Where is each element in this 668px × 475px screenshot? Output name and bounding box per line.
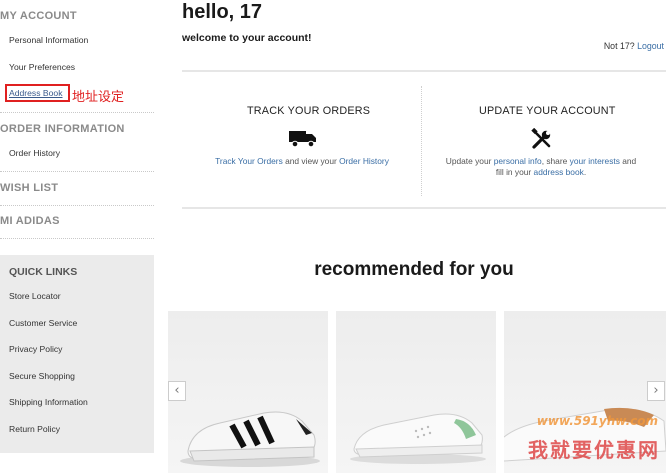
carousel-next-button[interactable]: › [647,381,665,401]
update-text: fill in your [495,167,534,177]
account-sidebar: MY ACCOUNT Personal Information Your Pre… [0,0,154,475]
address-book-link[interactable]: address book [534,167,584,177]
update-account-title: UPDATE YOUR ACCOUNT [479,105,616,117]
your-interests-link[interactable]: your interests [570,156,620,166]
divider [0,112,154,113]
order-information-heading[interactable]: ORDER INFORMATION [0,123,125,135]
quick-link-customer-service[interactable]: Customer Service [9,318,77,328]
greeting-heading: hello, 17 [182,1,263,23]
divider [0,205,154,206]
track-text: and view your [282,156,340,166]
track-your-orders-link[interactable]: Track Your Orders [215,156,283,166]
update-text: Update your [445,156,494,166]
carousel-prev-button[interactable]: ‹ [168,381,186,401]
tools-icon [531,127,553,155]
quick-link-store-locator[interactable]: Store Locator [9,291,61,301]
watermark-site: www.591yhw.com [536,414,658,428]
update-text: . [583,167,587,177]
update-account-description: Update your personal info, share your in… [428,156,654,178]
update-text: and [619,156,637,166]
divider [0,171,154,172]
sidebar-item-order-history[interactable]: Order History [9,148,60,158]
sneaker-image [180,411,320,467]
truck-icon [288,128,318,153]
divider [182,70,666,72]
update-text: , share [541,156,570,166]
my-account-heading: MY ACCOUNT [0,10,77,22]
panel-divider [421,86,422,196]
quick-link-secure-shopping[interactable]: Secure Shopping [9,371,75,381]
quick-link-shipping-information[interactable]: Shipping Information [9,397,88,407]
annotation-label: 地址设定 [72,90,125,105]
welcome-message: welcome to your account! [182,32,312,44]
divider [182,207,666,209]
sidebar-item-personal-information[interactable]: Personal Information [9,35,88,45]
product-card-2[interactable] [336,311,496,473]
quick-link-return-policy[interactable]: Return Policy [9,424,60,434]
mi-adidas-link[interactable]: MI ADIDAS [0,215,60,227]
not-user-line: Not 17? Logout [604,41,664,51]
sidebar-item-your-preferences[interactable]: Your Preferences [9,62,75,72]
recommended-heading: recommended for you [314,259,514,280]
personal-info-link[interactable]: personal info [494,156,542,166]
not-user-text: Not 17? [603,41,635,51]
track-orders-description: Track Your Orders and view your Order Hi… [196,156,408,167]
wish-list-link[interactable]: WISH LIST [0,182,58,194]
product-card-1[interactable] [168,311,328,473]
logout-link[interactable]: Logout [637,41,664,51]
quick-link-privacy-policy[interactable]: Privacy Policy [9,344,62,354]
sneaker-image [350,413,486,464]
order-history-link[interactable]: Order History [339,156,389,166]
track-orders-title: TRACK YOUR ORDERS [247,105,371,117]
divider [0,238,154,239]
watermark-logo: 我就要优惠网 [528,438,660,462]
annotation-highlight-box [5,84,70,102]
